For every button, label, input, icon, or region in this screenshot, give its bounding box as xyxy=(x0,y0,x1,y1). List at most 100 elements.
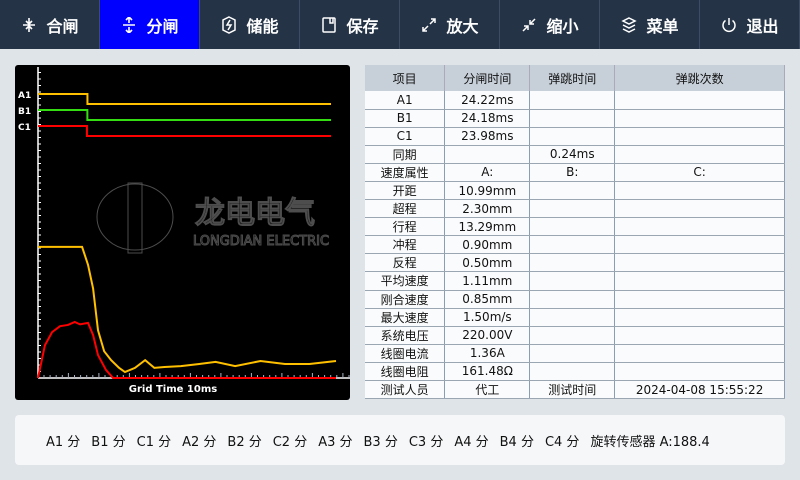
status-item: 旋转传感器 A:188.4 xyxy=(590,434,710,450)
toolbar-button-7[interactable]: 退出 xyxy=(700,0,800,49)
status-bar: A1 分 B1 分 C1 分 A2 分 B2 分 C2 分 A3 分 B3 分 C3 分 A4 分… xyxy=(15,415,785,465)
x-axis-label: Grid Time 10ms xyxy=(129,384,217,395)
table-cell xyxy=(444,145,531,164)
table-cell xyxy=(529,91,616,110)
table-cell: 线圈电阻 xyxy=(365,362,446,382)
status-item: C2 分 xyxy=(272,434,308,450)
status-item: A2 分 xyxy=(182,434,217,450)
status-item: A4 分 xyxy=(454,434,489,450)
table-row: 测试人员 代工 测试时间 2024-04-08 15:55:22 xyxy=(365,380,785,400)
status-item: A1 分 xyxy=(46,434,81,450)
column-header: 弹跳次数 xyxy=(614,65,785,91)
close-contacts-icon xyxy=(20,16,38,34)
toolbar-button-label: 分闸 xyxy=(146,16,179,36)
table-cell xyxy=(529,181,616,201)
table-cell: 平均速度 xyxy=(365,271,446,291)
status-item: B1 分 xyxy=(91,434,126,450)
toolbar-button-2[interactable]: 储能 xyxy=(200,0,300,49)
table-cell: 10.99mm xyxy=(444,181,531,201)
table-row: 冲程 0.90mm xyxy=(365,235,785,255)
table-cell: 24.18ms xyxy=(444,109,531,128)
table-cell: 161.48Ω xyxy=(444,362,531,382)
table-cell xyxy=(614,109,785,128)
table-row: 平均速度 1.11mm xyxy=(365,271,785,291)
table-cell xyxy=(529,253,616,273)
table-cell: 代工 xyxy=(444,380,531,400)
table-cell: 1.11mm xyxy=(444,271,531,291)
column-header: 项目 xyxy=(365,65,446,91)
table-row: 系统电压 220.00V xyxy=(365,326,785,345)
table-cell: 0.50mm xyxy=(444,253,531,273)
toolbar-button-4[interactable]: 放大 xyxy=(400,0,500,49)
table-cell: 1.50m/s xyxy=(444,308,531,327)
svg-text:龙电电气: 龙电电气 xyxy=(195,196,315,231)
digital-trace-B1 xyxy=(38,109,331,121)
toolbar-button-5[interactable]: 缩小 xyxy=(500,0,600,49)
table-cell: 开距 xyxy=(365,181,446,201)
table-cell: 220.00V xyxy=(444,326,531,345)
status-item: A3 分 xyxy=(318,434,353,450)
digital-trace-C1 xyxy=(38,125,331,137)
table-row: C1 23.98ms xyxy=(365,127,785,146)
table-row: 超程 2.30mm xyxy=(365,199,785,219)
table-cell xyxy=(614,290,785,309)
table-cell: 行程 xyxy=(365,217,446,237)
table-row: 线圈电流 1.36A xyxy=(365,344,785,363)
table-cell: 13.29mm xyxy=(444,217,531,237)
table-cell xyxy=(529,199,616,219)
table-row: 行程 13.29mm xyxy=(365,217,785,237)
toolbar-button-1[interactable]: 分闸 xyxy=(100,0,200,49)
open-contacts-icon xyxy=(120,16,138,34)
analog-trace-0 xyxy=(38,245,337,374)
table-cell: 0.85mm xyxy=(444,290,531,309)
table-cell: 测试时间 xyxy=(529,380,616,400)
table-cell: 同期 xyxy=(365,145,446,164)
table-cell xyxy=(529,217,616,237)
table-cell: 0.24ms xyxy=(529,145,616,164)
table-cell: 冲程 xyxy=(365,235,446,255)
toolbar-button-label: 放大 xyxy=(446,16,479,36)
table-cell: 2.30mm xyxy=(444,199,531,219)
table-row: 开距 10.99mm xyxy=(365,181,785,201)
status-item: B2 分 xyxy=(227,434,262,450)
table-row: 反程 0.50mm xyxy=(365,253,785,273)
toolbar-button-label: 保存 xyxy=(346,16,379,36)
table-cell xyxy=(614,271,785,291)
waveform-chart: 龙电电气 LONGDIAN ELECTRIC A1 B1 C1 Grid Time … xyxy=(15,65,350,400)
status-item: C3 分 xyxy=(408,434,444,450)
toolbar-button-0[interactable]: 合闸 xyxy=(0,0,100,49)
toolbar-button-3[interactable]: 保存 xyxy=(300,0,400,49)
table-row: 线圈电阻 161.48Ω xyxy=(365,362,785,382)
table-cell: B: xyxy=(529,163,616,182)
toolbar-button-6[interactable]: 菜单 xyxy=(600,0,700,49)
table-cell: 反程 xyxy=(365,253,446,273)
table-cell xyxy=(529,109,616,128)
table-cell xyxy=(529,271,616,291)
table-cell xyxy=(614,217,785,237)
table-cell xyxy=(614,199,785,219)
toolbar-button-label: 储能 xyxy=(246,16,279,36)
table-cell: 1.36A xyxy=(444,344,531,363)
save-icon xyxy=(320,16,338,34)
table-cell: 2024-04-08 15:55:22 xyxy=(614,380,785,400)
table-cell xyxy=(529,326,616,345)
table-cell: 线圈电流 xyxy=(365,344,446,363)
toolbar-button-label: 缩小 xyxy=(546,16,579,36)
column-header: 分闸时间 xyxy=(444,65,531,91)
table-cell: A1 xyxy=(365,91,446,110)
table-cell: 最大速度 xyxy=(365,308,446,327)
table-cell xyxy=(614,127,785,146)
analog-trace-1 xyxy=(37,320,336,379)
channel-label: A1 xyxy=(18,91,31,101)
digital-trace-A1 xyxy=(38,93,331,105)
table-cell xyxy=(529,362,616,382)
results-table: 项目 分闸时间 弹跳时间 弹跳次数 A1 24.22ms B1 24.18ms C1 23.98m… xyxy=(365,65,785,400)
status-item: B3 分 xyxy=(363,434,398,450)
table-cell xyxy=(614,181,785,201)
toolbar-button-label: 菜单 xyxy=(646,16,679,36)
channel-label: C1 xyxy=(18,123,31,133)
waveform-svg: 龙电电气 LONGDIAN ELECTRIC A1 B1 C1 Grid Time … xyxy=(18,67,350,395)
toolbar-button-label: 退出 xyxy=(746,16,779,36)
table-row: 同期 0.24ms xyxy=(365,145,785,164)
table-row: 最大速度 1.50m/s xyxy=(365,308,785,327)
